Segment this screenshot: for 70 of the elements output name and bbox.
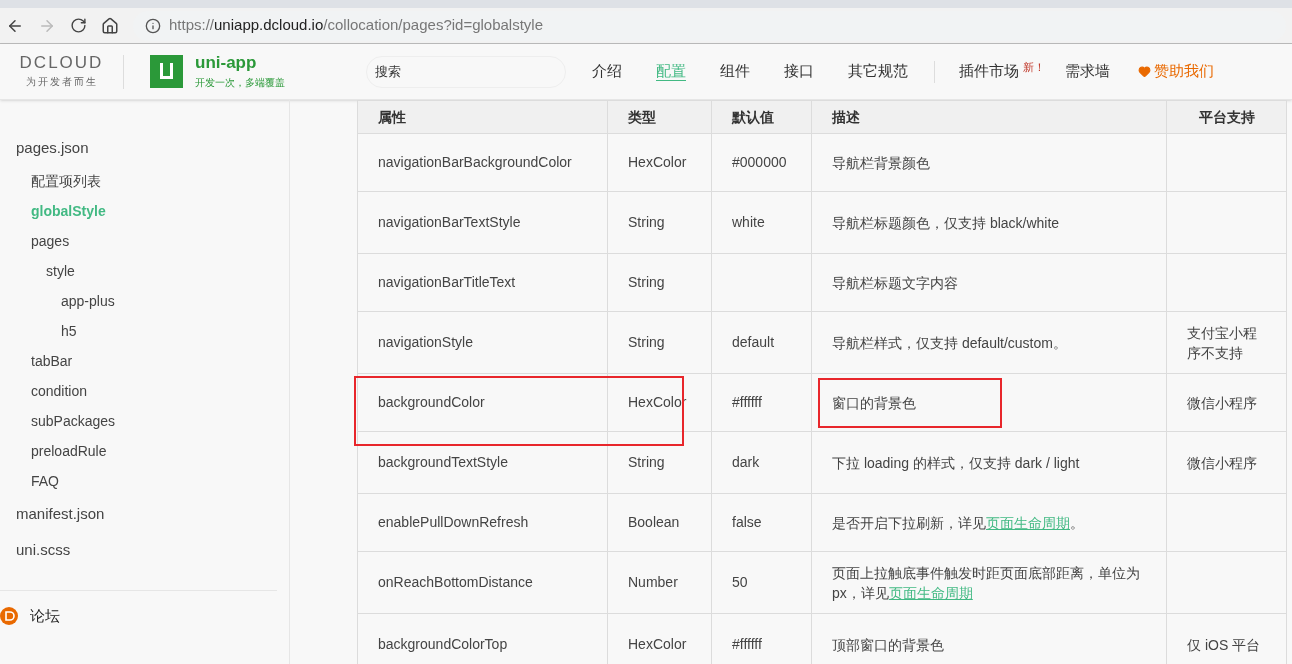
heart-icon	[1138, 65, 1151, 78]
table-cell: default	[711, 311, 812, 374]
table-cell: #000000	[711, 133, 812, 192]
sidebar-item[interactable]: condition	[31, 380, 88, 402]
table-cell: dark	[711, 431, 812, 494]
sidebar-item[interactable]: manifest.json	[16, 502, 105, 526]
table-cell: #ffffff	[711, 373, 812, 432]
table-cell: backgroundColorTop	[357, 613, 608, 664]
url-text: https://uniapp.dcloud.io/collocation/pages?id=globalstyle	[169, 15, 544, 36]
description-cell: 窗口的背景色	[811, 373, 1167, 432]
table-cell: navigationBarTitleText	[357, 253, 608, 312]
table-cell: enablePullDownRefresh	[357, 493, 608, 552]
table-cell: onReachBottomDistance	[357, 551, 608, 614]
table-cell: String	[607, 311, 712, 374]
sidebar-item[interactable]: tabBar	[31, 350, 73, 372]
table-cell: navigationStyle	[357, 311, 608, 374]
table-cell: String	[607, 191, 712, 254]
nav-link[interactable]: 插件市场	[959, 60, 1019, 83]
table-cell: 支付宝小程序不支持	[1166, 311, 1287, 374]
description-cell: 导航栏标题颜色，仅支持 black/white	[811, 191, 1167, 254]
sidebar-item[interactable]: h5	[61, 320, 77, 342]
sidebar-item[interactable]: subPackages	[31, 410, 116, 432]
nav-link[interactable]: 接口	[784, 60, 814, 83]
brand-logo: DCLOUD	[19, 54, 104, 71]
description-cell: 导航栏标题文字内容	[811, 253, 1167, 312]
brand-slogan: 为开发者而生	[25, 75, 98, 89]
column-header: 描述	[811, 100, 1167, 134]
reload-button[interactable]	[70, 17, 87, 34]
sidebar-item[interactable]: pages.json	[16, 136, 89, 160]
table-cell: Boolean	[607, 493, 712, 552]
nav-link[interactable]: 其它规范	[848, 60, 908, 83]
sidebar-item[interactable]: app-plus	[61, 290, 115, 312]
table-cell: navigationBarTextStyle	[357, 191, 608, 254]
table-cell: false	[711, 493, 812, 552]
new-label: 新！	[1023, 60, 1045, 76]
column-header: 属性	[357, 100, 608, 134]
nav-link[interactable]: 组件	[720, 60, 750, 83]
sidebar-item[interactable]: pages	[31, 230, 70, 252]
forum-link[interactable]: 论坛	[30, 605, 60, 628]
description-cell: 页面上拉触底事件触发时距页面底部距离，单位为px，详见页面生命周期	[811, 551, 1167, 614]
table-cell: String	[607, 253, 712, 312]
description-cell: 导航栏背景颜色	[811, 133, 1167, 192]
table-cell: 50	[711, 551, 812, 614]
table-cell: String	[607, 431, 712, 494]
nav-link[interactable]: 介绍	[592, 60, 622, 83]
sidebar-item[interactable]: FAQ	[31, 470, 59, 492]
product-slogan: 开发一次，多端覆盖	[195, 75, 285, 90]
product-name: uni-app	[195, 53, 258, 71]
home-button[interactable]	[101, 16, 119, 35]
description-cell: 下拉 loading 的样式，仅支持 dark / light	[811, 431, 1167, 494]
column-header: 类型	[607, 100, 712, 134]
nav-link[interactable]: 需求墙	[1065, 60, 1110, 83]
sidebar-item[interactable]: uni.scss	[16, 538, 71, 562]
description-cell: 导航栏样式，仅支持 default/custom。	[811, 311, 1167, 374]
column-header: 默认值	[711, 100, 812, 134]
sidebar-item[interactable]: 配置项列表	[31, 170, 101, 192]
column-header: 平台支持	[1166, 100, 1287, 134]
table-cell: Number	[607, 551, 712, 614]
sidebar-item[interactable]: preloadRule	[31, 440, 107, 462]
table-cell: white	[711, 191, 812, 254]
table-cell: backgroundTextStyle	[357, 431, 608, 494]
search-field[interactable]: 搜索	[366, 55, 566, 88]
info-icon	[145, 17, 161, 34]
uni-app-logo-icon	[150, 55, 183, 88]
table-cell: 微信小程序	[1166, 431, 1287, 494]
table-cell: navigationBarBackgroundColor	[357, 133, 608, 192]
sidebar-item[interactable]: style	[46, 260, 75, 282]
table-cell: HexColor	[607, 133, 712, 192]
table-cell: 微信小程序	[1166, 373, 1287, 432]
description-cell: 是否开启下拉刷新，详见页面生命周期。	[811, 493, 1167, 552]
